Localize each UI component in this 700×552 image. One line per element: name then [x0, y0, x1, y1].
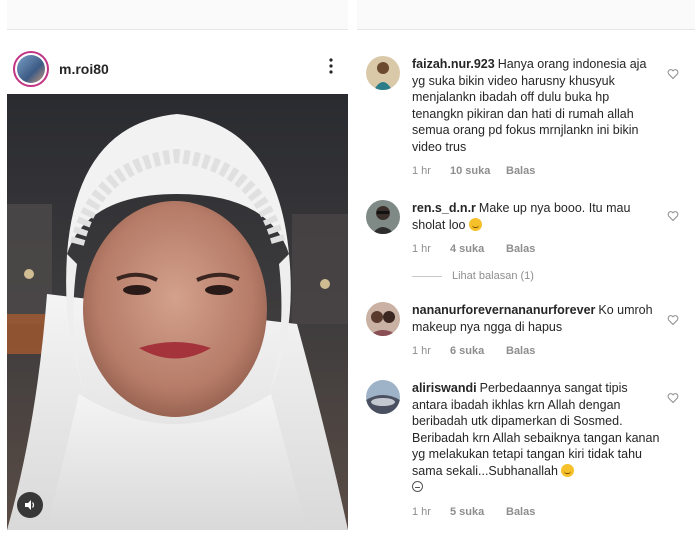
- reply-button[interactable]: Balas: [506, 345, 535, 357]
- comment-meta: 1 hr 10 suka Balas: [412, 165, 662, 177]
- avatar[interactable]: [13, 51, 49, 87]
- comment-likes[interactable]: 4 suka: [450, 243, 506, 255]
- comment-body: Perbedaannya sangat tipis antara ibadah …: [412, 381, 660, 478]
- comment-body: Hanya orang indonesia aja yg suka bikin …: [412, 57, 647, 154]
- comment-username[interactable]: aliriswandi: [412, 381, 477, 395]
- reply-button[interactable]: Balas: [506, 506, 535, 518]
- comment-time: 1 hr: [412, 243, 431, 255]
- video-player[interactable]: [7, 94, 348, 530]
- heart-icon[interactable]: [667, 314, 679, 326]
- comments-panel: faizah.nur.923 Hanya orang indonesia aja …: [357, 0, 695, 552]
- reply-button[interactable]: Balas: [506, 243, 535, 255]
- avatar[interactable]: [366, 56, 400, 90]
- comment-meta: 1 hr 4 suka Balas: [412, 243, 662, 255]
- comment-likes[interactable]: 6 suka: [450, 345, 506, 357]
- neutral-face-icon: [412, 481, 423, 492]
- post-header: m.roi80: [7, 48, 348, 90]
- heart-icon[interactable]: [667, 68, 679, 80]
- comment-username[interactable]: nananurforevernananurforever: [412, 303, 595, 317]
- comment-username[interactable]: ren.s_d.n.r: [412, 201, 476, 215]
- post-username[interactable]: m.roi80: [59, 61, 109, 77]
- comment-text: nananurforevernananurforever Ko umroh mak…: [412, 302, 662, 335]
- view-replies-link[interactable]: Lihat balasan (1): [412, 270, 534, 282]
- avatar[interactable]: [366, 380, 400, 414]
- comment-likes[interactable]: 10 suka: [450, 165, 506, 177]
- comment-time: 1 hr: [412, 165, 431, 177]
- reply-button[interactable]: Balas: [506, 165, 535, 177]
- heart-icon[interactable]: [667, 392, 679, 404]
- top-bar: [7, 0, 348, 30]
- speaker-icon[interactable]: [17, 492, 43, 518]
- comment-text: ren.s_d.n.r Make up nya booo. Itu mau sho…: [412, 200, 662, 233]
- unamused-emoji-icon: [561, 463, 575, 477]
- grinning-emoji-icon: [469, 217, 482, 231]
- heart-icon[interactable]: [667, 210, 679, 222]
- comment-time: 1 hr: [412, 345, 431, 357]
- comment-time: 1 hr: [412, 505, 431, 518]
- post-panel: m.roi80: [7, 0, 348, 530]
- view-replies-label: Lihat balasan (1): [452, 270, 534, 282]
- comment-meta: 1 hr 6 suka Balas: [412, 345, 662, 357]
- comment-meta: 1 hr 5 suka Balas: [412, 506, 662, 518]
- comment-text: aliriswandi Perbedaannya sangat tipis ant…: [412, 380, 662, 496]
- avatar[interactable]: [366, 302, 400, 336]
- top-bar: [357, 0, 695, 30]
- comment-text: faizah.nur.923 Hanya orang indonesia aja …: [412, 56, 662, 155]
- comment-username[interactable]: faizah.nur.923: [412, 57, 495, 71]
- more-vertical-icon[interactable]: [326, 58, 336, 74]
- avatar[interactable]: [366, 200, 400, 234]
- comment-likes[interactable]: 5 suka: [450, 506, 506, 518]
